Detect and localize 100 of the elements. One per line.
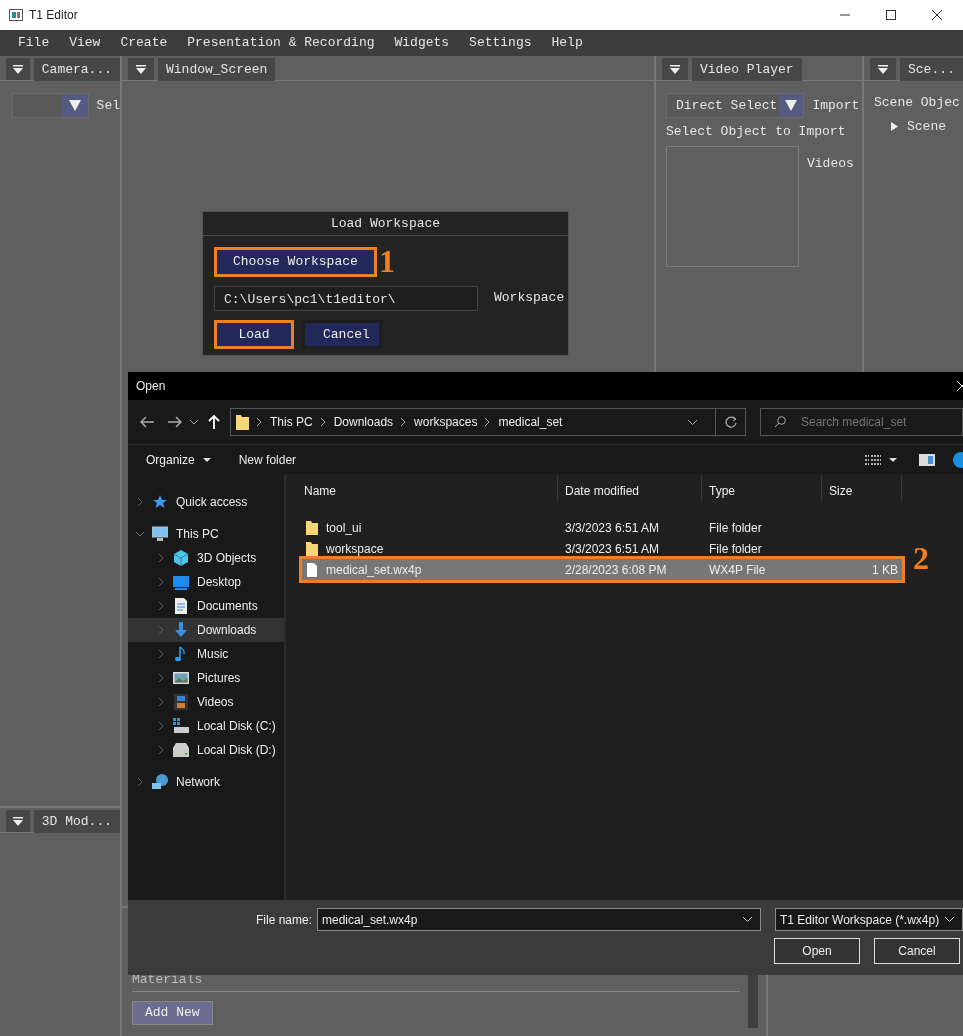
close-icon[interactable]	[932, 10, 942, 20]
preview-pane-icon[interactable]	[919, 453, 935, 466]
column-header[interactable]: Date modified	[558, 475, 702, 501]
chevron-right-icon[interactable]	[157, 650, 165, 658]
path-field[interactable]: C:\Users\pc1\t1editor\	[214, 285, 478, 311]
panel-tab[interactable]: Camera...	[33, 58, 120, 81]
organize-button[interactable]: Organize	[146, 450, 211, 469]
open-button[interactable]: Open	[774, 938, 860, 964]
file-icon	[306, 562, 318, 577]
file-name: tool_ui	[326, 519, 362, 537]
column-header[interactable]: Size	[822, 475, 902, 501]
file-row[interactable]: medical_set.wx4p 2/28/2023 6:08 PM WX4P File 1 KB	[302, 559, 902, 580]
breadcrumb-item[interactable]: This PC	[270, 413, 313, 431]
forward-arrow-icon[interactable]	[168, 416, 182, 428]
file-date: 3/3/2023 6:51 AM	[564, 540, 661, 558]
panel-tab[interactable]: 3D Mod...	[33, 810, 120, 833]
menu-item[interactable]: File	[8, 33, 60, 53]
nav-item[interactable]: Videos	[128, 690, 284, 714]
panel-tab[interactable]: Video Player	[692, 58, 802, 81]
dropdown-arrow-icon	[785, 100, 798, 111]
nav-item[interactable]: Quick access	[128, 490, 284, 514]
chevron-right-icon[interactable]	[136, 778, 144, 786]
nav-item[interactable]: Desktop	[128, 570, 284, 594]
chevron-down-icon	[945, 917, 955, 922]
triangle-icon	[878, 64, 888, 74]
network-icon	[152, 774, 168, 790]
nav-item[interactable]: Local Disk (D:)	[128, 738, 284, 762]
breadcrumb-item[interactable]: workspaces	[414, 413, 478, 431]
chevron-right-icon[interactable]	[157, 722, 165, 730]
nav-item[interactable]: Network	[128, 770, 284, 794]
step-number: 2	[913, 542, 929, 574]
field-label: File name:	[254, 911, 312, 929]
menu-item[interactable]: Settings	[459, 33, 542, 53]
file-type: File folder	[708, 540, 763, 558]
system-disk-icon	[173, 718, 189, 734]
menu-item[interactable]: Help	[541, 33, 593, 53]
window-title: T1 Editor	[29, 7, 79, 24]
chevron-down-icon[interactable]	[136, 530, 144, 538]
view-options-button[interactable]	[865, 454, 897, 465]
panel-tab[interactable]: Sce...	[900, 58, 963, 81]
address-bar[interactable]: This PC Downloads workspaces medical_set	[230, 408, 746, 436]
field-label: Select Object to Import	[665, 123, 847, 141]
chevron-right-icon[interactable]	[157, 578, 165, 586]
chevron-right-icon[interactable]	[136, 498, 144, 506]
new-folder-button[interactable]: New folder	[238, 450, 297, 469]
collapse-button[interactable]	[870, 58, 896, 80]
nav-item[interactable]: Music	[128, 642, 284, 666]
collapse-button[interactable]	[6, 810, 30, 832]
collapse-button[interactable]	[128, 58, 154, 80]
menu-item[interactable]: Create	[110, 33, 178, 53]
menu-item[interactable]: Widgets	[384, 33, 460, 53]
search-field[interactable]: Search medical_set	[760, 408, 963, 436]
cancel-button[interactable]: Cancel	[302, 319, 382, 349]
nav-item[interactable]: Pictures	[128, 666, 284, 690]
desktop-icon	[173, 574, 189, 590]
triangle-icon	[670, 64, 680, 74]
file-type: File folder	[708, 519, 763, 537]
nav-item[interactable]: 3D Objects	[128, 546, 284, 570]
file-date: 2/28/2023 6:08 PM	[564, 561, 668, 579]
nav-item[interactable]: Local Disk (C:)	[128, 714, 284, 738]
nav-item[interactable]: Documents	[128, 594, 284, 618]
chevron-down-icon[interactable]	[190, 419, 198, 425]
file-row[interactable]: tool_ui 3/3/2023 6:51 AM File folder	[302, 517, 902, 538]
file-name-field[interactable]: medical_set.wx4p	[317, 908, 761, 931]
nav-item[interactable]: Downloads	[128, 618, 284, 642]
column-header[interactable]: Type	[702, 475, 822, 501]
caret-icon	[202, 457, 211, 462]
chevron-right-icon[interactable]	[157, 746, 165, 754]
file-type-dropdown[interactable]: T1 Editor Workspace (*.wx4p)	[775, 908, 963, 931]
load-button[interactable]: Load	[214, 319, 294, 349]
file-row[interactable]: workspace 3/3/2023 6:51 AM File folder	[302, 538, 902, 559]
step-number: 1	[379, 245, 395, 277]
collapse-button[interactable]	[6, 58, 30, 80]
chevron-right-icon[interactable]	[157, 554, 165, 562]
chevron-down-icon[interactable]	[688, 419, 697, 425]
menu-item[interactable]: View	[59, 33, 111, 53]
add-new-button[interactable]: Add New	[132, 1001, 213, 1025]
breadcrumb-item[interactable]: Downloads	[333, 413, 394, 431]
collapse-button[interactable]	[662, 58, 688, 80]
field-label: Videos	[807, 154, 854, 173]
chevron-right-icon[interactable]	[157, 602, 165, 610]
column-header[interactable]: Name	[302, 475, 558, 501]
cancel-button[interactable]: Cancel	[874, 938, 960, 964]
panel-tab[interactable]: Window_Screen	[158, 58, 276, 81]
choose-workspace-button[interactable]: Choose Workspace	[214, 247, 377, 277]
chevron-right-icon[interactable]	[157, 698, 165, 706]
refresh-icon[interactable]	[724, 416, 737, 428]
maximize-icon[interactable]	[886, 10, 896, 20]
up-arrow-icon[interactable]	[208, 415, 220, 429]
chevron-right-icon	[320, 418, 326, 426]
dropdown[interactable]: Direct Select	[666, 93, 805, 118]
section-heading: Scene Objec	[873, 94, 961, 112]
back-arrow-icon[interactable]	[140, 416, 154, 428]
breadcrumb-item[interactable]: medical_set	[498, 413, 563, 431]
menu-item[interactable]: Presentation & Recording	[177, 33, 385, 53]
nav-item[interactable]: This PC	[128, 522, 284, 546]
tree-item[interactable]: Scene	[864, 112, 963, 136]
videos-icon	[173, 694, 189, 710]
chevron-right-icon[interactable]	[157, 674, 165, 682]
dropdown[interactable]	[12, 93, 89, 118]
